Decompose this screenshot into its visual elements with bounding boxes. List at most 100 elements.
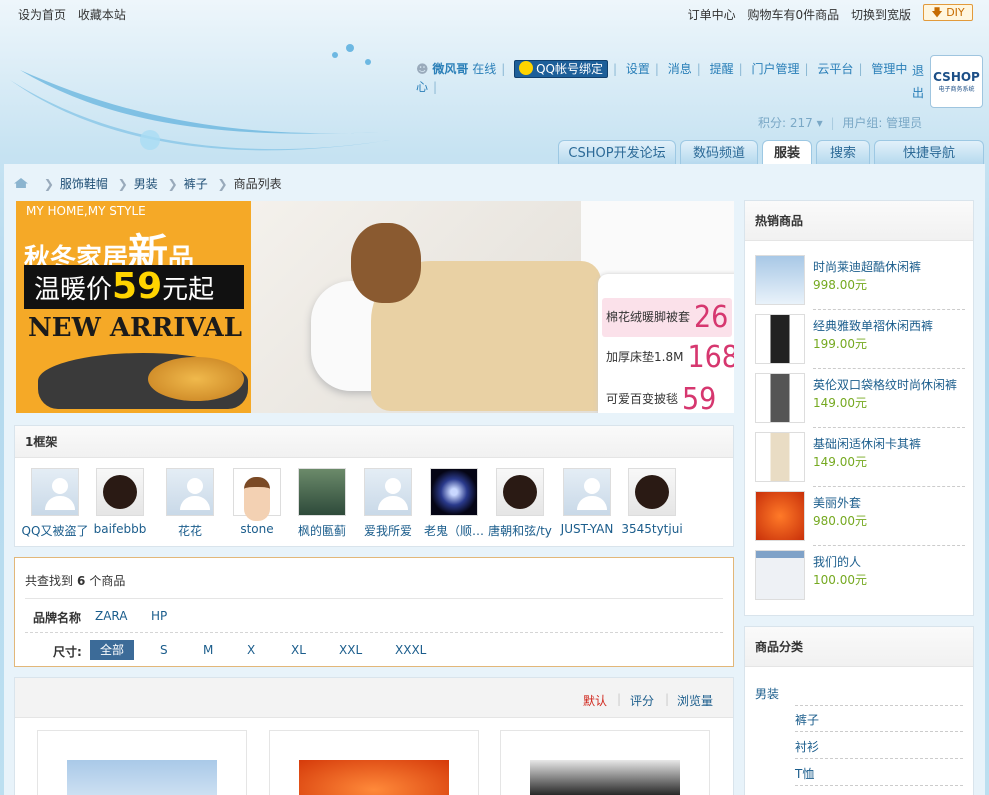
sort-default[interactable]: 默认 xyxy=(583,692,607,709)
messages-link[interactable]: 消息 xyxy=(668,62,692,76)
qq-bind-button[interactable]: QQ帐号绑定 xyxy=(514,60,608,78)
promo-banner[interactable]: MY HOME,MY STYLE 秋冬家居新品 温暖价59元起 NEW ARRI… xyxy=(16,201,734,413)
hot-product-item[interactable]: 时尚莱迪超酷休闲裤 998.00元 xyxy=(755,255,965,310)
product-name[interactable]: 我们的人 xyxy=(813,553,861,570)
sort-rating[interactable]: 评分 xyxy=(630,692,654,709)
friend-item[interactable]: 花花 xyxy=(155,468,225,539)
online-status[interactable]: 在线 xyxy=(472,62,496,76)
friend-name[interactable]: 唐朝和弦/ty xyxy=(485,522,555,539)
category-pants[interactable]: 裤子 xyxy=(795,711,819,728)
product-image[interactable] xyxy=(67,760,217,795)
avatar[interactable] xyxy=(166,468,214,516)
dropdown-icon[interactable]: ▾ xyxy=(817,116,823,130)
hot-product-item[interactable]: 英伦双口袋格纹时尚休闲裤 149.00元 xyxy=(755,373,965,428)
product-name[interactable]: 时尚莱迪超酷休闲裤 xyxy=(813,258,921,275)
friend-name[interactable]: 老鬼（顺… xyxy=(419,522,489,539)
breadcrumb-pants[interactable]: 裤子 xyxy=(184,177,208,191)
friend-name[interactable]: JUST-YAN xyxy=(552,522,622,536)
product-thumbnail[interactable] xyxy=(755,432,805,482)
friend-item[interactable]: 3545tytjui xyxy=(617,468,687,536)
hot-product-item[interactable]: 经典雅致单褶休闲西裤 199.00元 xyxy=(755,314,965,369)
avatar[interactable] xyxy=(298,468,346,516)
avatar[interactable] xyxy=(563,468,611,516)
friend-name[interactable]: baifebbb xyxy=(85,522,155,536)
home-icon[interactable] xyxy=(14,178,28,188)
category-tshirts[interactable]: T恤 xyxy=(795,765,814,782)
points-link[interactable]: 积分: 217 xyxy=(758,116,813,130)
bookmark-link[interactable]: 收藏本站 xyxy=(78,8,126,22)
friend-item[interactable]: JUST-YAN xyxy=(552,468,622,536)
username-link[interactable]: 微风哥 xyxy=(432,62,468,76)
cart-link[interactable]: 购物车有0件商品 xyxy=(748,8,840,22)
friend-item[interactable]: 老鬼（顺… xyxy=(419,468,489,539)
hot-product-item[interactable]: 美丽外套 980.00元 xyxy=(755,491,965,546)
product-name[interactable]: 基础闲适休闲卡其裤 xyxy=(813,435,921,452)
avatar[interactable] xyxy=(31,468,79,516)
product-thumbnail[interactable] xyxy=(755,550,805,600)
order-center-link[interactable]: 订单中心 xyxy=(688,8,736,22)
size-option-xl[interactable]: XL xyxy=(291,643,306,657)
friend-item[interactable]: stone xyxy=(222,468,292,536)
friend-item[interactable]: 唐朝和弦/ty xyxy=(485,468,555,539)
product-card[interactable] xyxy=(37,730,247,795)
category-shirts[interactable]: 衬衫 xyxy=(795,738,819,755)
friend-item[interactable]: 爱我所爱 xyxy=(353,468,423,539)
category-menswear[interactable]: 男装 xyxy=(755,685,779,702)
avatar[interactable] xyxy=(233,468,281,516)
avatar[interactable] xyxy=(430,468,478,516)
reminders-link[interactable]: 提醒 xyxy=(710,62,734,76)
product-name[interactable]: 英伦双口袋格纹时尚休闲裤 xyxy=(813,376,957,393)
friend-name[interactable]: 3545tytjui xyxy=(617,522,687,536)
hot-product-item[interactable]: 我们的人 100.00元 xyxy=(755,550,965,602)
friend-name[interactable]: 花花 xyxy=(155,522,225,539)
tab-digital[interactable]: 数码频道 xyxy=(680,140,758,164)
tab-cshop-forum[interactable]: CSHOP开发论坛 xyxy=(558,140,676,164)
product-thumbnail[interactable] xyxy=(755,314,805,364)
tab-clothing[interactable]: 服装 xyxy=(762,140,812,165)
friend-name[interactable]: QQ又被盗了 xyxy=(20,522,90,539)
friend-name[interactable]: 爱我所爱 xyxy=(353,522,423,539)
product-card[interactable] xyxy=(269,730,479,795)
product-image[interactable] xyxy=(530,760,680,795)
divider xyxy=(813,368,965,369)
product-image[interactable] xyxy=(299,760,449,795)
breadcrumb-apparel[interactable]: 服饰鞋帽 xyxy=(60,177,108,191)
size-option-xxl[interactable]: XXL xyxy=(339,643,362,657)
logout-link[interactable]: 退出 xyxy=(912,60,926,104)
product-price: 100.00元 xyxy=(813,573,867,587)
size-option-x[interactable]: X xyxy=(247,643,255,657)
hot-product-item[interactable]: 基础闲适休闲卡其裤 149.00元 xyxy=(755,432,965,487)
sort-views[interactable]: 浏览量 xyxy=(677,692,713,709)
size-option-all[interactable]: 全部 xyxy=(90,640,134,660)
size-option-s[interactable]: S xyxy=(160,643,168,657)
brand-option-hp[interactable]: HP xyxy=(151,609,167,623)
settings-link[interactable]: 设置 xyxy=(626,62,650,76)
friend-item[interactable]: QQ又被盗了 xyxy=(20,468,90,539)
product-thumbnail[interactable] xyxy=(755,491,805,541)
product-thumbnail[interactable] xyxy=(755,255,805,305)
widescreen-link[interactable]: 切换到宽版 xyxy=(851,8,911,22)
portal-admin-link[interactable]: 门户管理 xyxy=(752,62,800,76)
cloud-platform-link[interactable]: 云平台 xyxy=(817,62,853,76)
product-card[interactable] xyxy=(500,730,710,795)
diy-button[interactable]: 🡇 DIY xyxy=(923,4,973,21)
breadcrumb-menswear[interactable]: 男装 xyxy=(134,177,158,191)
product-thumbnail[interactable] xyxy=(755,373,805,423)
avatar[interactable] xyxy=(364,468,412,516)
size-option-xxxl[interactable]: XXXL xyxy=(395,643,426,657)
cshop-logo[interactable]: CSHOP 电子商务系统 xyxy=(930,55,983,108)
product-name[interactable]: 美丽外套 xyxy=(813,494,861,511)
product-name[interactable]: 经典雅致单褶休闲西裤 xyxy=(813,317,933,334)
tab-quick-nav[interactable]: 快捷导航 xyxy=(874,140,984,164)
size-option-m[interactable]: M xyxy=(203,643,213,657)
avatar[interactable] xyxy=(628,468,676,516)
friend-name[interactable]: 枫的匭蓟 xyxy=(287,522,357,539)
friend-name[interactable]: stone xyxy=(222,522,292,536)
avatar[interactable] xyxy=(496,468,544,516)
friend-item[interactable]: baifebbb xyxy=(85,468,155,536)
tab-search[interactable]: 搜索 xyxy=(816,140,870,164)
avatar[interactable] xyxy=(96,468,144,516)
set-homepage-link[interactable]: 设为首页 xyxy=(18,8,66,22)
brand-option-zara[interactable]: ZARA xyxy=(95,609,128,623)
friend-item[interactable]: 枫的匭蓟 xyxy=(287,468,357,539)
